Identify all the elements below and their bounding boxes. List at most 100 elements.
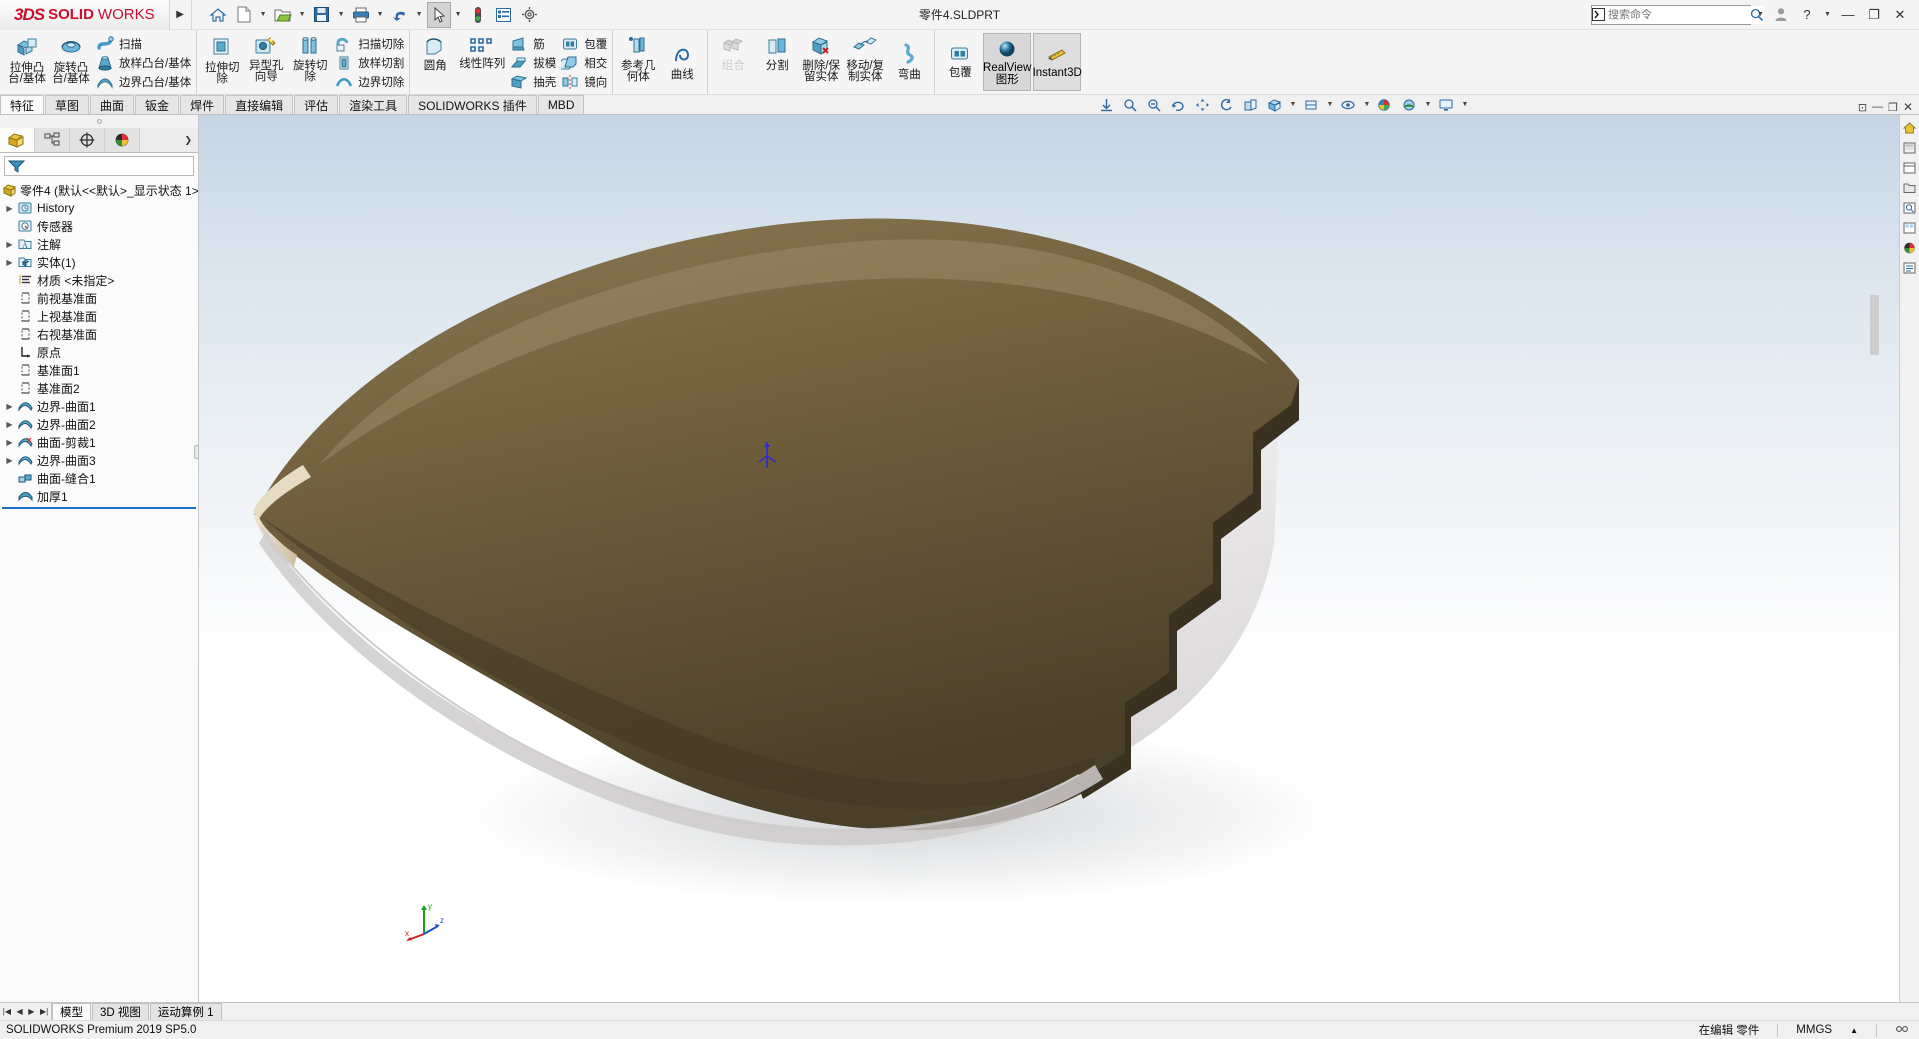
hide-show-caret-icon[interactable]: ▼ — [1361, 101, 1372, 108]
tree-row-thicken1[interactable]: 加厚1 — [0, 487, 198, 505]
view-settings-icon[interactable] — [1435, 95, 1457, 114]
configuration-manager-tab[interactable] — [70, 128, 105, 152]
view-orientation-caret-icon[interactable]: ▼ — [1287, 101, 1298, 108]
extrude-boss-button[interactable]: 拉伸凸台/基体 — [5, 32, 49, 92]
tab-surfaces[interactable]: 曲面 — [90, 95, 135, 114]
boundary-cut-button[interactable]: 边界切除 — [332, 73, 406, 92]
tree-row-origin[interactable]: 原点 — [0, 343, 198, 361]
custom-properties-icon[interactable] — [1901, 259, 1918, 276]
pan-icon[interactable] — [1191, 95, 1213, 114]
view-home-icon[interactable] — [1901, 119, 1918, 136]
bottom-tab-motion-study[interactable]: 运动算例 1 — [149, 1003, 222, 1020]
tab-mbd[interactable]: MBD — [537, 95, 585, 114]
select-cursor-icon[interactable] — [426, 1, 451, 28]
minimize-button[interactable]: — — [1837, 4, 1859, 26]
design-library-icon[interactable] — [1901, 159, 1918, 176]
shell-button[interactable]: 抽壳 — [507, 73, 558, 92]
combine-button[interactable]: 组合 — [711, 32, 755, 92]
display-style-icon[interactable] — [1300, 95, 1322, 114]
feature-manager-overflow[interactable]: ❯ — [140, 128, 198, 152]
doc-restore-button[interactable]: ❐ — [1888, 101, 1898, 114]
tree-row-solid-bodies[interactable]: ▶ 实体(1) — [0, 253, 198, 271]
flex-button[interactable]: 弯曲 — [887, 32, 931, 92]
bottom-tab-3dviews[interactable]: 3D 视图 — [92, 1003, 149, 1020]
zoom-in-out-icon[interactable] — [1143, 95, 1165, 114]
tree-expander-boundary-surface2[interactable]: ▶ — [3, 420, 16, 429]
move-copy-body-button[interactable]: 移动/复制实体 — [843, 32, 887, 92]
tree-row-part[interactable]: 零件4 (默认<<默认>_显示状态 1>) — [0, 181, 198, 199]
tree-row-boundary-surface3[interactable]: ▶ 边界-曲面3 — [0, 451, 198, 469]
tree-expander-solid-bodies[interactable]: ▶ — [3, 258, 16, 267]
boundary-boss-button[interactable]: 边界凸台/基体 — [93, 73, 193, 92]
tree-row-annotations[interactable]: ▶ A 注解 — [0, 235, 198, 253]
panel-collapse-handle[interactable] — [0, 115, 198, 128]
hide-show-icon[interactable] — [1337, 95, 1359, 114]
rebuild-traffic-light-icon[interactable] — [466, 2, 490, 28]
doc-minimize-button[interactable]: — — [1872, 101, 1883, 113]
tree-row-material[interactable]: 材质 <未指定> — [0, 271, 198, 289]
status-customize-icon[interactable] — [1895, 1023, 1909, 1038]
tree-row-boundary-surface1[interactable]: ▶ 边界-曲面1 — [0, 397, 198, 415]
rotate-view-icon[interactable] — [1167, 95, 1189, 114]
home-icon[interactable] — [206, 2, 230, 28]
new-document-caret-icon[interactable]: ▼ — [258, 11, 269, 18]
last-icon[interactable]: ▶| — [40, 1007, 48, 1016]
tree-expander-history[interactable]: ▶ — [3, 204, 16, 213]
tree-row-trim-surface1[interactable]: ▶ 曲面-剪裁1 — [0, 433, 198, 451]
sweep-cut-button[interactable]: 扫描切除 — [332, 34, 406, 53]
first-icon[interactable]: |◀ — [3, 1007, 11, 1016]
wrap2-button[interactable]: 包覆 — [938, 32, 982, 92]
view-settings-caret-icon[interactable]: ▼ — [1459, 101, 1470, 108]
apply-scene-caret-icon[interactable]: ▼ — [1422, 101, 1433, 108]
tree-row-history[interactable]: ▶ History — [0, 199, 198, 217]
tab-direct-editing[interactable]: 直接编辑 — [225, 95, 294, 114]
hole-wizard-button[interactable]: 异型孔向导 — [244, 32, 288, 92]
delete-keep-body-button[interactable]: 删除/保留实体 — [799, 32, 843, 92]
doc-close-button[interactable]: ✕ — [1903, 100, 1913, 114]
apply-scene-icon[interactable] — [1398, 95, 1420, 114]
zoom-to-fit-icon[interactable] — [1095, 95, 1117, 114]
wrap-button[interactable]: 包覆 — [558, 34, 609, 53]
command-search-box[interactable] — [1591, 4, 1764, 25]
user-account-icon[interactable] — [1770, 4, 1792, 26]
menu-expand-arrow[interactable]: ▶ — [170, 0, 192, 30]
search-input[interactable] — [1605, 8, 1750, 21]
tree-row-knit-surface1[interactable]: 曲面-缝合1 — [0, 469, 198, 487]
display-style-caret-icon[interactable]: ▼ — [1324, 101, 1335, 108]
loft-cut-button[interactable]: 放样切割 — [332, 53, 406, 72]
split-button[interactable]: 分割 — [755, 32, 799, 92]
tree-row-plane1[interactable]: 基准面1 — [0, 361, 198, 379]
prev-icon[interactable]: ◀ — [17, 1007, 23, 1016]
feature-tree-filter[interactable] — [4, 156, 194, 176]
extrude-cut-button[interactable]: 拉伸切除 — [200, 32, 244, 92]
open-caret-icon[interactable]: ▼ — [297, 11, 308, 18]
search-dropdown-caret-icon[interactable]: ▼ — [1755, 11, 1766, 18]
section-view-icon[interactable] — [1239, 95, 1261, 114]
file-explorer-icon[interactable] — [1901, 179, 1918, 196]
options-list-icon[interactable] — [492, 2, 516, 28]
curves-button[interactable]: 曲线 — [660, 32, 704, 92]
print-icon[interactable] — [349, 2, 373, 28]
print-caret-icon[interactable]: ▼ — [375, 11, 386, 18]
tree-row-plane2[interactable]: 基准面2 — [0, 379, 198, 397]
edit-appearance-icon[interactable] — [1374, 95, 1396, 114]
tree-expander-boundary-surface1[interactable]: ▶ — [3, 402, 16, 411]
tab-features[interactable]: 特征 — [0, 95, 45, 114]
tree-expander-annotations[interactable]: ▶ — [3, 240, 16, 249]
draft-button[interactable]: 拔模 — [507, 53, 558, 72]
undo-icon[interactable] — [388, 2, 412, 28]
realview-graphics-toggle[interactable]: RealView 图形 — [983, 33, 1031, 91]
status-units-caret-icon[interactable]: ▲ — [1850, 1026, 1858, 1035]
tree-expander-boundary-surface3[interactable]: ▶ — [3, 456, 16, 465]
loft-boss-button[interactable]: 放样凸台/基体 — [93, 53, 193, 72]
save-caret-icon[interactable]: ▼ — [336, 11, 347, 18]
bottom-tab-model[interactable]: 模型 — [52, 1003, 91, 1020]
tree-row-front-plane[interactable]: 前视基准面 — [0, 289, 198, 307]
pin-icon[interactable]: ⊡ — [1858, 101, 1867, 114]
property-manager-tab[interactable] — [35, 128, 70, 152]
rib-button[interactable]: 筋 — [507, 34, 558, 53]
settings-gear-icon[interactable] — [518, 2, 542, 28]
tab-sketch[interactable]: 草图 — [45, 95, 90, 114]
tab-weldments[interactable]: 焊件 — [180, 95, 225, 114]
undo-caret-icon[interactable]: ▼ — [414, 11, 425, 18]
